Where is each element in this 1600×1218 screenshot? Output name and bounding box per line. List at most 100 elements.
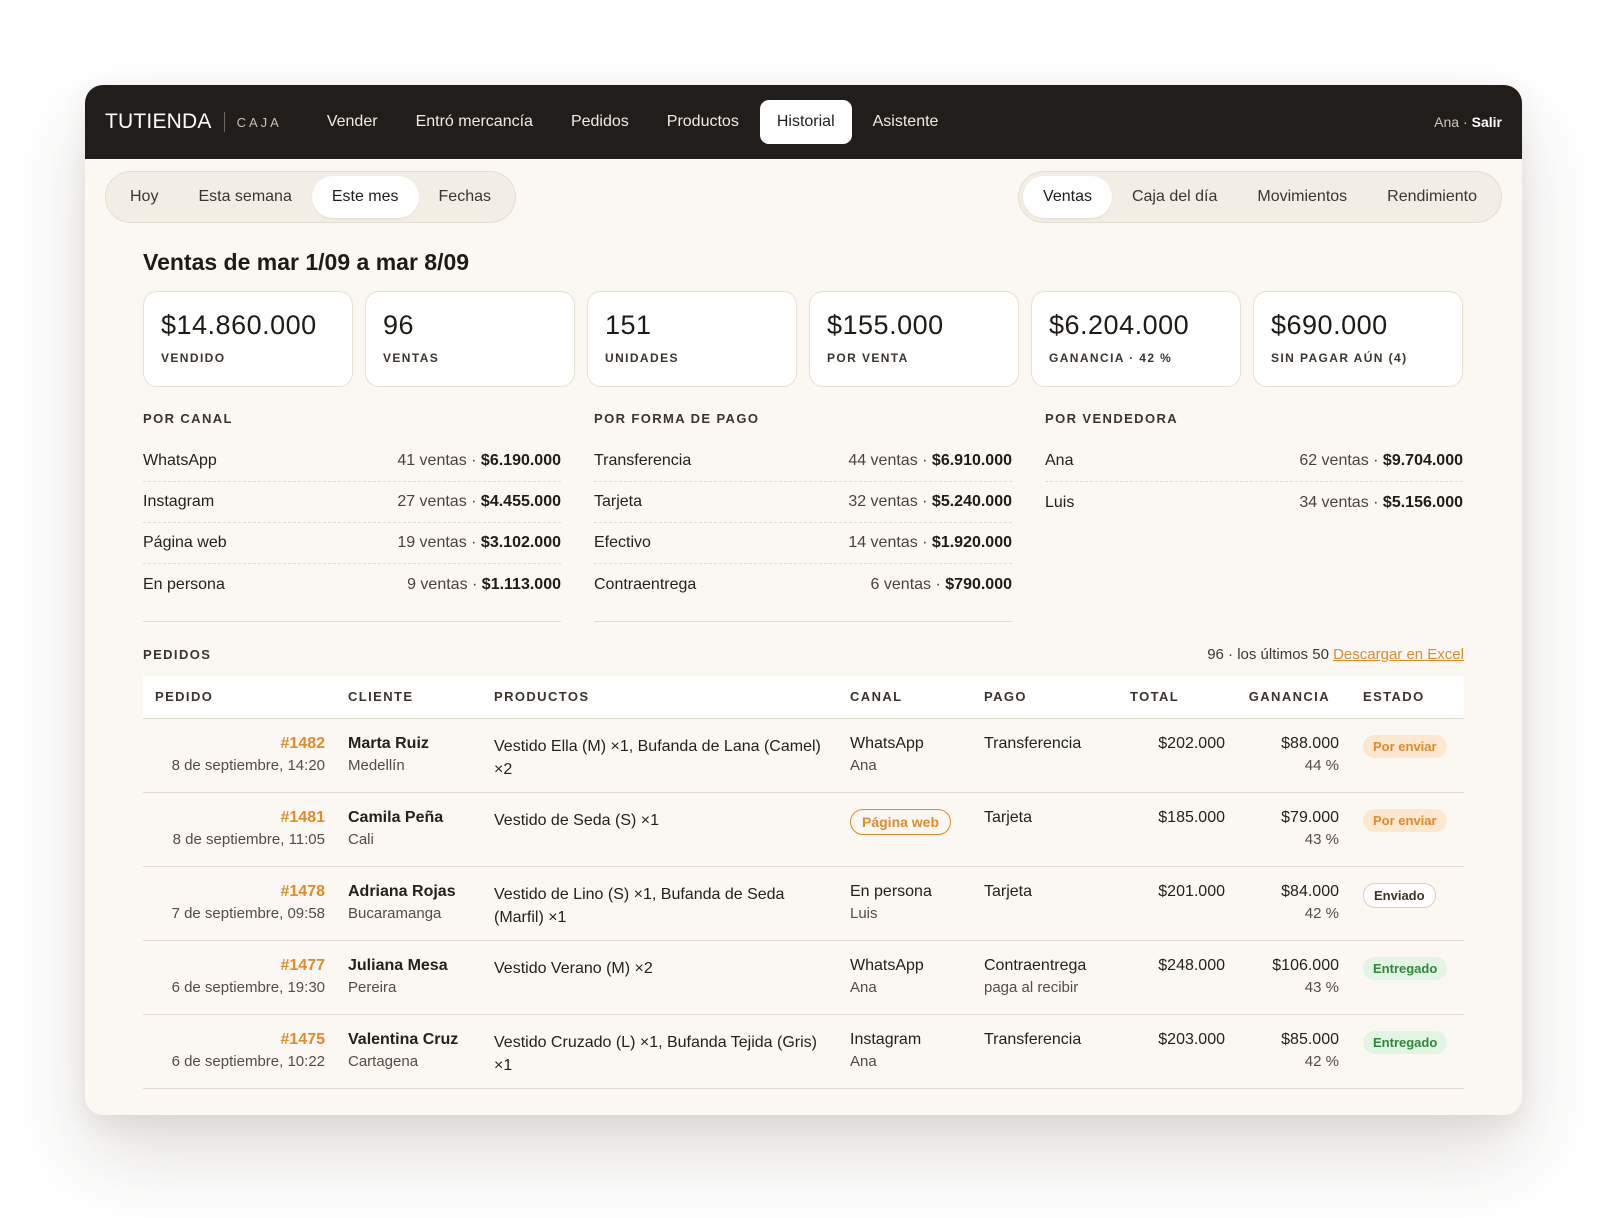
cell-ganancia: $85.000 42 % bbox=[1225, 1014, 1339, 1089]
cell-productos: Vestido Cruzado (L) ×1, Bufanda Tejida (… bbox=[494, 1014, 850, 1089]
order-seller: Ana bbox=[850, 978, 877, 996]
status-badge[interactable]: Por enviar bbox=[1363, 808, 1447, 832]
breakdown-amount: $4.455.000 bbox=[480, 493, 561, 510]
cell-ganancia: $79.000 43 % bbox=[1225, 792, 1339, 867]
cell-total: $248.000 bbox=[1130, 940, 1225, 1015]
column-header-ganancia[interactable]: GANANCIA bbox=[1225, 676, 1339, 719]
period-tab-hoy[interactable]: Hoy bbox=[110, 176, 178, 218]
column-header-productos[interactable]: PRODUCTOS bbox=[494, 676, 850, 719]
orders-title: PEDIDOS bbox=[143, 646, 212, 662]
breakdown-row: Tarjeta 32 ventas · $5.240.000 bbox=[594, 482, 1012, 523]
view-tab-rendimiento[interactable]: Rendimiento bbox=[1367, 176, 1497, 218]
orders-section: PEDIDOS 96 · los últimos 50 Descargar en… bbox=[143, 644, 1464, 1089]
order-margin: 42 % bbox=[1304, 1052, 1339, 1070]
logout-link[interactable]: Salir bbox=[1472, 114, 1502, 130]
status-badge[interactable]: Entregado bbox=[1363, 956, 1448, 980]
order-date: 7 de septiembre, 09:58 bbox=[171, 904, 325, 922]
column-header-pago[interactable]: PAGO bbox=[984, 676, 1130, 719]
table-row[interactable]: #1478 7 de septiembre, 09:58 Adriana Roja… bbox=[143, 866, 1464, 941]
order-profit: $85.000 bbox=[1281, 1030, 1339, 1048]
nav-entro-mercancia[interactable]: Entró mercancía bbox=[399, 100, 550, 144]
nav-asistente[interactable]: Asistente bbox=[856, 100, 956, 144]
client-city: Bucaramanga bbox=[348, 904, 442, 922]
order-id[interactable]: #1481 bbox=[143, 809, 326, 827]
cell-total: $202.000 bbox=[1130, 718, 1225, 793]
breakdown-divider bbox=[143, 621, 561, 622]
table-row[interactable]: #1475 6 de septiembre, 10:22 Valentina Cr… bbox=[143, 1014, 1464, 1089]
kpi-label: VENTAS bbox=[383, 351, 440, 365]
table-row[interactable]: #1477 6 de septiembre, 19:30 Juliana Mesa… bbox=[143, 940, 1464, 1015]
order-date: 6 de septiembre, 19:30 bbox=[171, 978, 325, 996]
payment-note: paga al recibir bbox=[984, 978, 1079, 996]
status-badge[interactable]: Por enviar bbox=[1363, 734, 1447, 758]
table-row[interactable]: #1481 8 de septiembre, 11:05 Camila Peña C… bbox=[143, 792, 1464, 867]
kpi-value: 96 bbox=[383, 310, 415, 340]
cell-pedido: #1481 8 de septiembre, 11:05 bbox=[143, 792, 348, 867]
column-header-estado[interactable]: ESTADO bbox=[1339, 676, 1464, 719]
cell-ganancia: $106.000 43 % bbox=[1225, 940, 1339, 1015]
breakdown-row: WhatsApp 41 ventas · $6.190.000 bbox=[143, 441, 561, 482]
order-id[interactable]: #1478 bbox=[143, 883, 326, 901]
order-payment: Tarjeta bbox=[984, 808, 1033, 826]
brand-logo[interactable]: TUTIENDA CAJA bbox=[105, 110, 282, 134]
breakdown-row: Efectivo 14 ventas · $1.920.000 bbox=[594, 523, 1012, 564]
order-total: $202.000 bbox=[1158, 734, 1225, 752]
breakdown-count: 32 ventas · bbox=[848, 493, 928, 510]
order-margin: 42 % bbox=[1304, 904, 1339, 922]
order-margin: 43 % bbox=[1304, 830, 1339, 848]
order-id[interactable]: #1477 bbox=[143, 957, 326, 975]
order-products: Vestido Verano (M) ×2 bbox=[494, 959, 653, 977]
nav-vender[interactable]: Vender bbox=[310, 100, 395, 144]
cell-canal: En persona Luis bbox=[850, 866, 984, 941]
cell-cliente: Marta Ruiz Medellín bbox=[348, 718, 494, 793]
status-badge[interactable]: Entregado bbox=[1363, 1030, 1448, 1054]
nav-historial[interactable]: Historial bbox=[759, 100, 852, 144]
period-tab-fechas[interactable]: Fechas bbox=[419, 176, 511, 218]
kpi-cards: $14.860.000 VENDIDO 96 VENTAS 151 UNIDAD… bbox=[143, 291, 1464, 387]
order-date: 8 de septiembre, 14:20 bbox=[171, 756, 325, 774]
order-date: 6 de septiembre, 10:22 bbox=[171, 1052, 325, 1070]
user-menu: Ana · Salir bbox=[1434, 114, 1502, 130]
column-header-canal[interactable]: CANAL bbox=[850, 676, 984, 719]
view-tab-caja-del-dia[interactable]: Caja del día bbox=[1112, 176, 1237, 218]
breakdown-count: 41 ventas · bbox=[397, 452, 477, 469]
order-id[interactable]: #1482 bbox=[143, 735, 326, 753]
column-header-cliente[interactable]: CLIENTE bbox=[348, 676, 494, 719]
view-tab-ventas[interactable]: Ventas bbox=[1023, 176, 1112, 218]
nav-pedidos[interactable]: Pedidos bbox=[554, 100, 646, 144]
order-payment: Contraentrega bbox=[984, 956, 1087, 974]
download-excel-link[interactable]: Descargar en Excel bbox=[1333, 646, 1464, 663]
cell-total: $185.000 bbox=[1130, 792, 1225, 867]
breakdown-value: 6 ventas · $790.000 bbox=[871, 576, 1012, 594]
brand-name: TUTIENDA bbox=[105, 110, 212, 133]
period-tab-esta-semana[interactable]: Esta semana bbox=[178, 176, 311, 218]
breakdown-value: 32 ventas · $5.240.000 bbox=[848, 493, 1012, 511]
page-title: Ventas de mar 1/09 a mar 8/09 bbox=[143, 249, 470, 275]
kpi-card-sin-pagar: $690.000 SIN PAGAR AÚN (4) bbox=[1253, 291, 1463, 387]
cell-canal: WhatsApp Ana bbox=[850, 940, 984, 1015]
order-id[interactable]: #1475 bbox=[143, 1031, 326, 1049]
breakdown-amount: $9.704.000 bbox=[1382, 452, 1463, 469]
order-margin: 43 % bbox=[1304, 978, 1339, 996]
kpi-label: VENDIDO bbox=[161, 351, 226, 365]
orders-table-header: PEDIDO CLIENTE PRODUCTOS CANAL PAGO TOTA… bbox=[143, 676, 1464, 719]
cell-pedido: #1482 8 de septiembre, 14:20 bbox=[143, 718, 348, 793]
period-tab-este-mes[interactable]: Este mes bbox=[311, 176, 419, 218]
breakdown-count: 6 ventas · bbox=[870, 575, 941, 593]
view-selector: Ventas Caja del día Movimientos Rendimie… bbox=[1018, 171, 1502, 223]
breakdown-row: Página web 19 ventas · $3.102.000 bbox=[143, 523, 561, 564]
status-badge[interactable]: Enviado bbox=[1363, 882, 1436, 908]
view-tab-movimientos[interactable]: Movimientos bbox=[1237, 176, 1367, 218]
cell-pago: Tarjeta bbox=[984, 866, 1130, 941]
breakdown-amount: $6.910.000 bbox=[931, 452, 1012, 469]
breakdown-value: 62 ventas · $9.704.000 bbox=[1299, 452, 1463, 470]
column-header-total[interactable]: TOTAL bbox=[1130, 676, 1225, 719]
nav-productos[interactable]: Productos bbox=[650, 100, 756, 144]
cell-pedido: #1477 6 de septiembre, 19:30 bbox=[143, 940, 348, 1015]
column-header-pedido[interactable]: PEDIDO bbox=[143, 676, 348, 719]
breakdown-row: Ana 62 ventas · $9.704.000 bbox=[1045, 441, 1463, 482]
order-products: Vestido Ella (M) ×1, Bufanda de Lana (Ca… bbox=[494, 737, 821, 778]
cell-canal: WhatsApp Ana bbox=[850, 718, 984, 793]
client-name: Adriana Rojas bbox=[348, 882, 456, 900]
table-row[interactable]: #1482 8 de septiembre, 14:20 Marta Ruiz Me… bbox=[143, 718, 1464, 793]
